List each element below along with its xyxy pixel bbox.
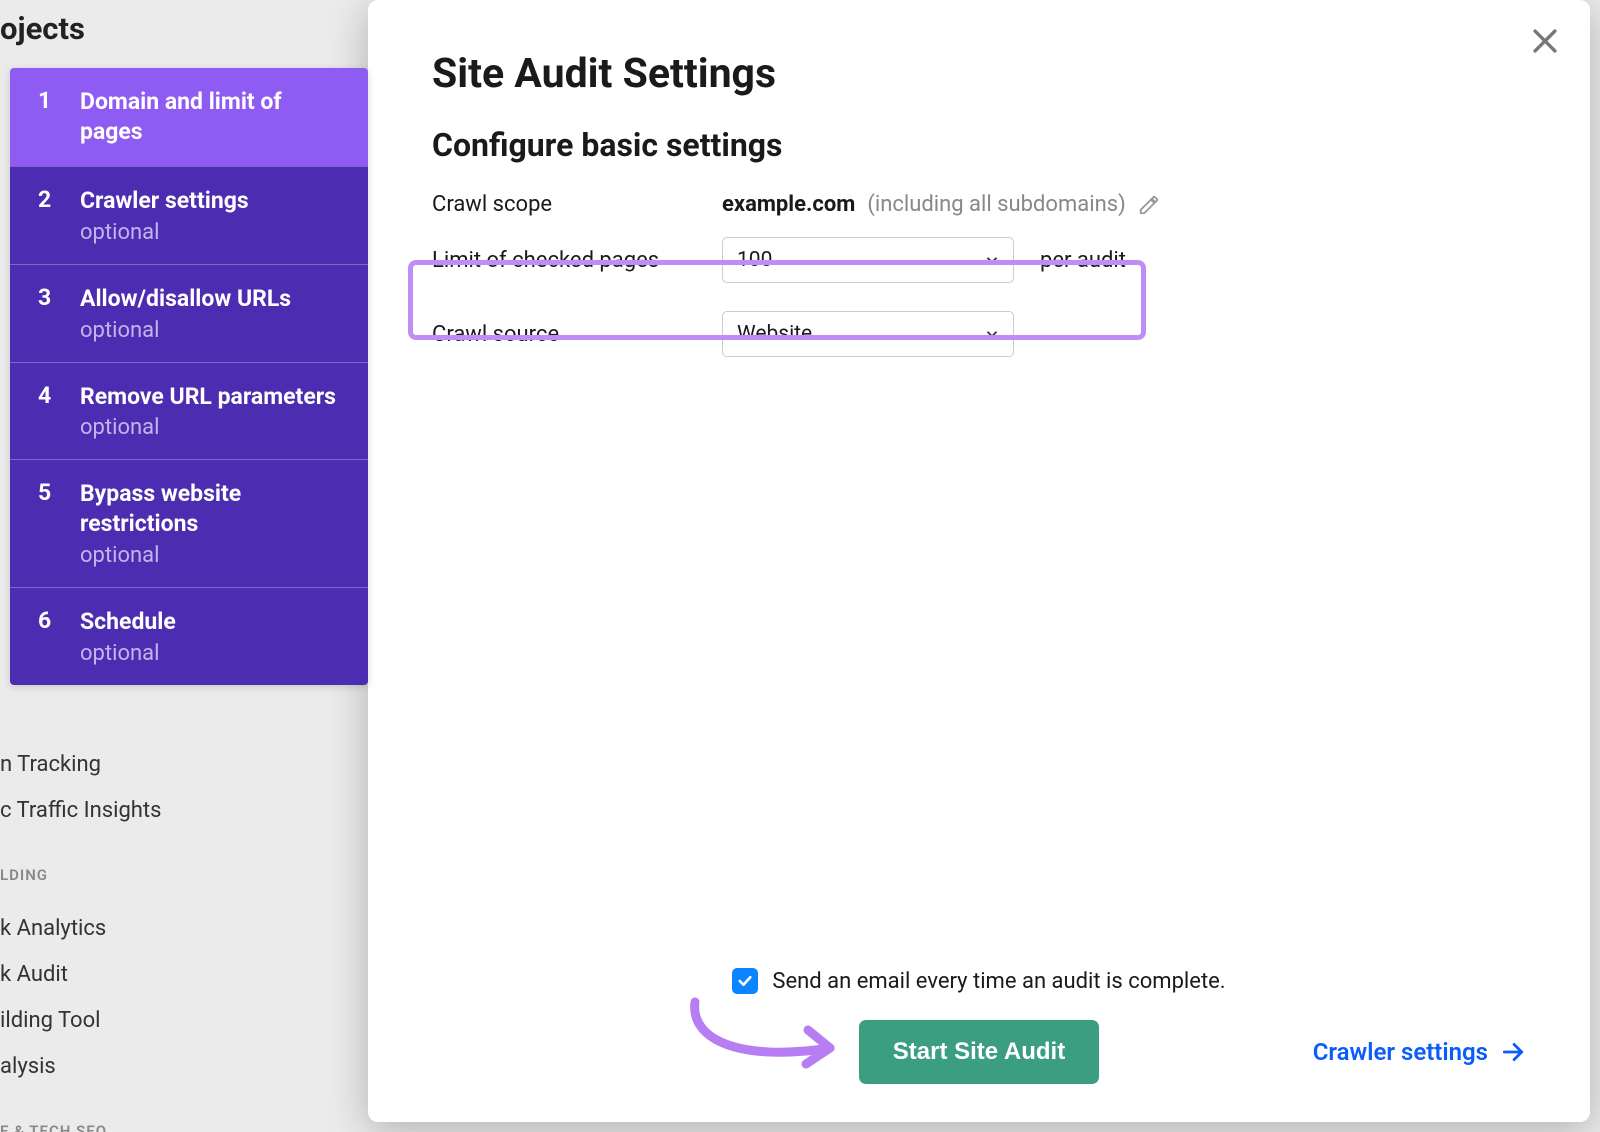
- limit-suffix: per audit: [1040, 248, 1126, 273]
- crawl-scope-hint: (including all subdomains): [867, 192, 1125, 217]
- email-notify-label: Send an email every time an audit is com…: [772, 969, 1225, 994]
- modal-footer: Send an email every time an audit is com…: [368, 968, 1590, 1082]
- wizard-step-6[interactable]: 6 Schedule optional: [10, 587, 368, 685]
- limit-select-value: 100: [737, 248, 772, 272]
- wizard-step-optional: optional: [80, 543, 346, 568]
- wizard-step-number: 4: [38, 382, 58, 441]
- edit-icon[interactable]: [1138, 194, 1160, 216]
- wizard-step-label: Domain and limit of pages: [80, 87, 346, 147]
- chevron-down-icon: [983, 325, 1001, 343]
- wizard-step-number: 1: [38, 87, 58, 147]
- wizard-sidebar: 1 Domain and limit of pages 2 Crawler se…: [10, 68, 368, 685]
- wizard-step-5[interactable]: 5 Bypass website restrictions optional: [10, 459, 368, 587]
- wizard-step-4[interactable]: 4 Remove URL parameters optional: [10, 362, 368, 460]
- crawl-scope-label: Crawl scope: [432, 192, 722, 217]
- wizard-step-3[interactable]: 3 Allow/disallow URLs optional: [10, 264, 368, 362]
- crawl-source-select[interactable]: Website: [722, 311, 1014, 357]
- chevron-down-icon: [983, 251, 1001, 269]
- crawl-source-value: Website: [737, 322, 812, 346]
- wizard-step-number: 2: [38, 186, 58, 245]
- wizard-step-number: 5: [38, 479, 58, 568]
- wizard-step-number: 6: [38, 607, 58, 666]
- wizard-step-optional: optional: [80, 641, 176, 666]
- crawl-source-row: Crawl source Website: [432, 311, 1526, 357]
- wizard-step-number: 3: [38, 284, 58, 343]
- crawl-scope-domain: example.com: [722, 192, 855, 217]
- wizard-step-optional: optional: [80, 318, 291, 343]
- wizard-step-label: Remove URL parameters: [80, 382, 336, 412]
- crawler-settings-link-label: Crawler settings: [1313, 1038, 1488, 1066]
- email-checkbox[interactable]: [732, 968, 758, 994]
- close-icon[interactable]: [1528, 24, 1562, 58]
- limit-row: Limit of checked pages 100 per audit: [432, 237, 1526, 283]
- modal-subtitle: Configure basic settings: [432, 126, 1526, 164]
- start-audit-button[interactable]: Start Site Audit: [859, 1020, 1099, 1084]
- wizard-step-optional: optional: [80, 220, 249, 245]
- limit-label: Limit of checked pages: [432, 248, 722, 273]
- arrow-right-icon: [1500, 1039, 1526, 1065]
- wizard-step-2[interactable]: 2 Crawler settings optional: [10, 166, 368, 264]
- wizard-step-1[interactable]: 1 Domain and limit of pages: [10, 68, 368, 166]
- settings-modal: Site Audit Settings Configure basic sett…: [368, 0, 1590, 1122]
- wizard-step-label: Schedule: [80, 607, 176, 637]
- email-notify-row: Send an email every time an audit is com…: [432, 968, 1526, 994]
- limit-select[interactable]: 100: [722, 237, 1014, 283]
- crawler-settings-link[interactable]: Crawler settings: [1313, 1038, 1526, 1066]
- wizard-step-label: Allow/disallow URLs: [80, 284, 291, 314]
- crawl-source-label: Crawl source: [432, 322, 722, 347]
- modal-title: Site Audit Settings: [432, 50, 1526, 98]
- wizard-step-optional: optional: [80, 415, 336, 440]
- crawl-scope-row: Crawl scope example.com (including all s…: [432, 192, 1526, 217]
- wizard-step-label: Crawler settings: [80, 186, 249, 216]
- wizard-step-label: Bypass website restrictions: [80, 479, 346, 539]
